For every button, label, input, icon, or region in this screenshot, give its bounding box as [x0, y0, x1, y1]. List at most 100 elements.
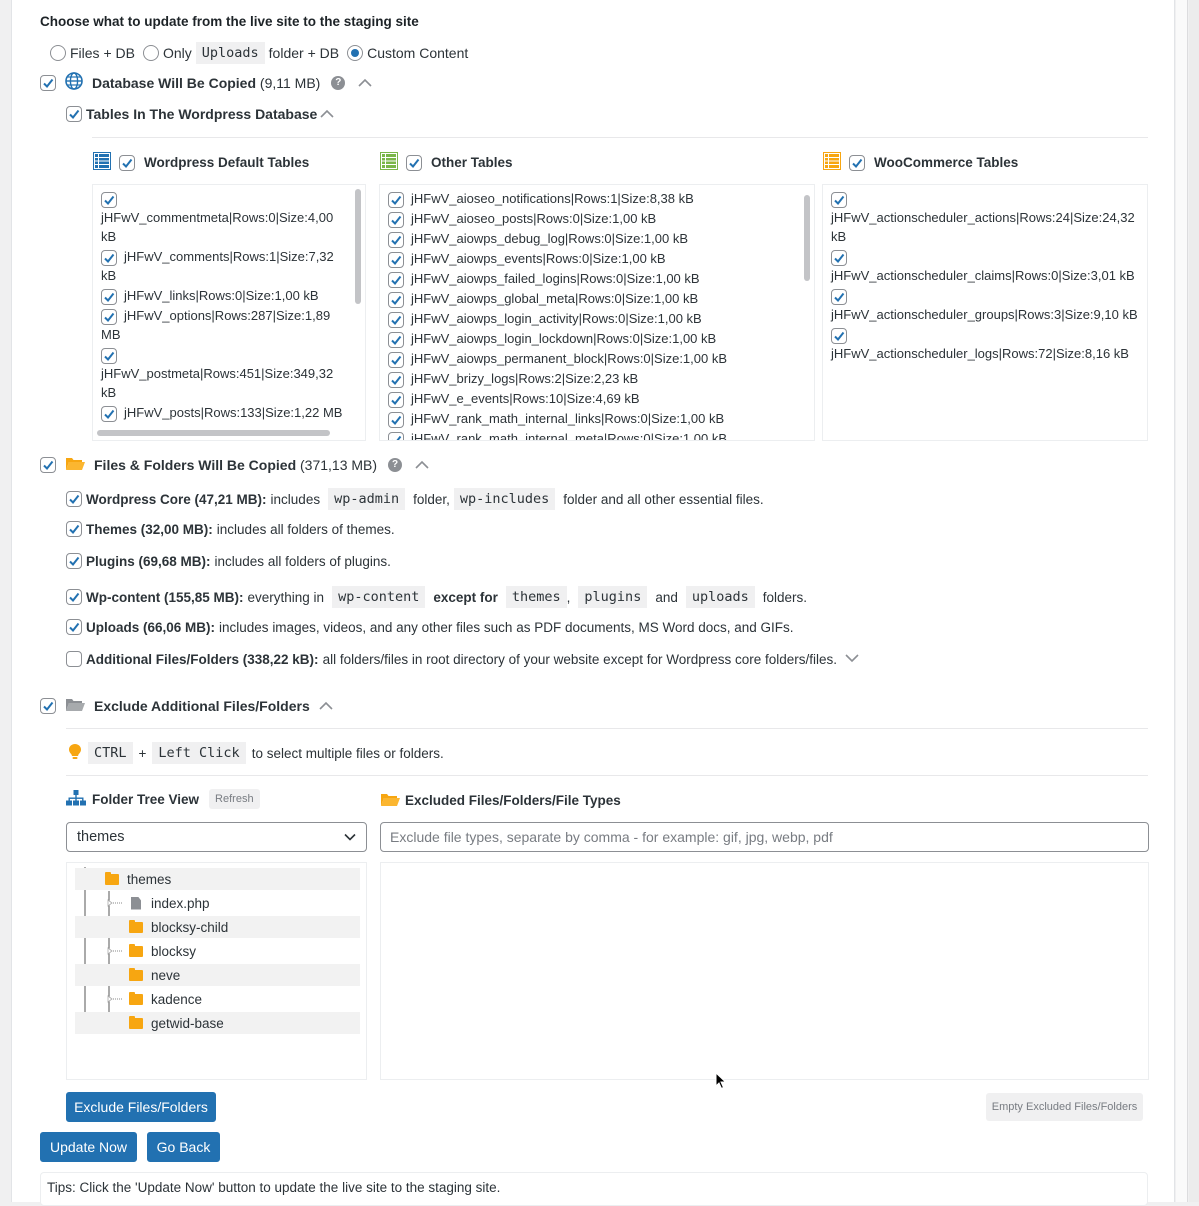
themes-checkbox[interactable] — [66, 521, 82, 537]
files-checkbox[interactable] — [40, 456, 56, 473]
tree-node[interactable]: index.php — [75, 892, 360, 914]
chevron-up-icon[interactable] — [319, 699, 333, 713]
table-checkbox[interactable] — [101, 250, 117, 266]
default-tables-checkbox[interactable] — [119, 154, 135, 171]
excluded-items-list[interactable] — [380, 862, 1149, 1080]
radio-only-uploads[interactable]: Only Uploads folder + DB — [142, 42, 339, 64]
table-item[interactable]: jHFwV_actionscheduler_claims|Rows:0|Size… — [831, 247, 1145, 285]
exclude-files-button[interactable]: Exclude Files/Folders — [66, 1092, 216, 1122]
table-checkbox[interactable] — [831, 192, 847, 208]
radio-button[interactable] — [50, 45, 66, 61]
table-item[interactable]: jHFwV_actionscheduler_logs|Rows:72|Size:… — [831, 325, 1145, 363]
table-checkbox[interactable] — [388, 332, 404, 348]
chevron-up-icon[interactable] — [358, 76, 372, 90]
exclude-file-types-input[interactable] — [380, 822, 1149, 852]
table-item[interactable]: jHFwV_actionscheduler_groups|Rows:3|Size… — [831, 286, 1145, 324]
table-item[interactable]: jHFwV_commentmeta|Rows:0|Size:4,00 kB — [101, 189, 349, 246]
table-item[interactable]: jHFwV_actionscheduler_actions|Rows:24|Si… — [831, 189, 1145, 246]
list-icon — [823, 152, 841, 173]
empty-excluded-button[interactable]: Empty Excluded Files/Folders — [986, 1093, 1143, 1121]
chevron-up-icon[interactable] — [320, 107, 334, 121]
table-label: jHFwV_actionscheduler_claims|Rows:0|Size… — [831, 268, 1135, 283]
radio-files-db[interactable]: Files + DB — [50, 45, 135, 61]
woocommerce-tables-checkbox[interactable] — [849, 154, 865, 171]
exclude-checkbox[interactable] — [40, 697, 56, 714]
radio-button[interactable] — [142, 45, 159, 61]
help-icon[interactable]: ? — [331, 75, 346, 90]
option-wordpress-core: Wordpress Core (47,21 MB): includes wp-a… — [66, 488, 764, 510]
wordpress-core-checkbox[interactable] — [66, 491, 82, 507]
table-checkbox[interactable] — [388, 372, 404, 388]
table-checkbox[interactable] — [388, 232, 404, 248]
other-tables-checkbox[interactable] — [406, 154, 422, 171]
table-item[interactable]: jHFwV_aiowps_debug_log|Rows:0|Size:1,00 … — [388, 229, 798, 248]
table-item[interactable]: jHFwV_aioseo_posts|Rows:0|Size:1,00 kB — [388, 209, 798, 228]
table-item[interactable]: jHFwV_options|Rows:287|Size:1,89 MB — [101, 306, 349, 344]
go-back-button[interactable]: Go Back — [147, 1132, 220, 1162]
radio-button-selected[interactable] — [347, 45, 364, 61]
tables-checkbox[interactable] — [66, 106, 82, 122]
vertical-scrollbar[interactable] — [355, 189, 361, 304]
table-checkbox[interactable] — [388, 192, 404, 208]
uploads-checkbox[interactable] — [66, 619, 82, 635]
table-checkbox[interactable] — [388, 432, 404, 440]
database-checkbox[interactable] — [40, 74, 56, 91]
table-checkbox[interactable] — [831, 250, 847, 266]
radio-custom-content[interactable]: Custom Content — [347, 45, 468, 61]
table-item[interactable]: jHFwV_links|Rows:0|Size:1,00 kB — [101, 286, 349, 305]
woocommerce-tables-list[interactable]: jHFwV_actionscheduler_actions|Rows:24|Si… — [822, 184, 1148, 441]
table-item[interactable]: jHFwV_rank_math_internal_meta|Rows:0|Siz… — [388, 429, 798, 440]
additional-files-checkbox[interactable] — [66, 651, 82, 667]
table-item[interactable]: jHFwV_postmeta|Rows:451|Size:349,32 kB — [101, 345, 349, 402]
table-checkbox[interactable] — [101, 309, 117, 325]
table-checkbox[interactable] — [101, 192, 117, 208]
table-item[interactable]: jHFwV_posts|Rows:133|Size:1,22 MB — [101, 403, 349, 422]
tree-node[interactable]: blocksy-child — [75, 916, 360, 938]
tree-node[interactable]: getwid-base — [75, 1012, 360, 1034]
table-checkbox[interactable] — [388, 312, 404, 328]
table-item[interactable]: jHFwV_rank_math_internal_links|Rows:0|Si… — [388, 409, 798, 428]
table-item[interactable]: jHFwV_e_events|Rows:10|Size:4,69 kB — [388, 389, 798, 408]
sitemap-icon — [66, 789, 86, 809]
table-checkbox[interactable] — [388, 352, 404, 368]
table-item[interactable]: jHFwV_aiowps_login_activity|Rows:0|Size:… — [388, 309, 798, 328]
update-now-button[interactable]: Update Now — [40, 1132, 137, 1162]
tree-node[interactable]: kadence — [75, 988, 360, 1010]
chevron-down-icon[interactable] — [845, 652, 859, 666]
table-label: jHFwV_options|Rows:287|Size:1,89 MB — [101, 308, 331, 342]
folder-tree[interactable]: themes index.php blocksy-child blocksy neve… — [66, 862, 367, 1080]
help-icon[interactable]: ? — [388, 457, 403, 472]
table-item[interactable]: jHFwV_aiowps_login_lockdown|Rows:0|Size:… — [388, 329, 798, 348]
table-item[interactable]: jHFwV_brizy_logs|Rows:2|Size:2,23 kB — [388, 369, 798, 388]
table-item[interactable]: jHFwV_comments|Rows:1|Size:7,32 kB — [101, 247, 349, 285]
folder-select[interactable]: themes — [66, 822, 367, 852]
table-checkbox[interactable] — [831, 289, 847, 305]
table-checkbox[interactable] — [388, 392, 404, 408]
horizontal-scrollbar[interactable] — [97, 430, 330, 436]
table-checkbox[interactable] — [388, 292, 404, 308]
table-item[interactable]: jHFwV_aioseo_notifications|Rows:1|Size:8… — [388, 189, 798, 208]
table-checkbox[interactable] — [388, 212, 404, 228]
tree-node-root[interactable]: themes — [75, 868, 360, 890]
table-checkbox[interactable] — [101, 289, 117, 305]
other-tables-list[interactable]: jHFwV_aioseo_notifications|Rows:1|Size:8… — [379, 184, 815, 441]
table-checkbox[interactable] — [101, 406, 117, 422]
table-item[interactable]: jHFwV_aiowps_global_meta|Rows:0|Size:1,0… — [388, 289, 798, 308]
default-tables-list[interactable]: jHFwV_commentmeta|Rows:0|Size:4,00 kB jHF… — [92, 184, 366, 441]
wp-content-checkbox[interactable] — [66, 589, 82, 605]
tree-node[interactable]: neve — [75, 964, 360, 986]
table-item[interactable]: jHFwV_aiowps_failed_logins|Rows:0|Size:1… — [388, 269, 798, 288]
table-item[interactable]: jHFwV_aiowps_permanent_block|Rows:0|Size… — [388, 349, 798, 368]
table-checkbox[interactable] — [388, 252, 404, 268]
plugins-checkbox[interactable] — [66, 553, 82, 569]
table-item[interactable]: jHFwV_aiowps_events|Rows:0|Size:1,00 kB — [388, 249, 798, 268]
refresh-button[interactable]: Refresh — [209, 789, 260, 809]
tree-node[interactable]: blocksy — [75, 940, 360, 962]
table-checkbox[interactable] — [831, 328, 847, 344]
page-scrollbar[interactable] — [1189, 0, 1199, 1202]
table-checkbox[interactable] — [101, 348, 117, 364]
table-checkbox[interactable] — [388, 272, 404, 288]
chevron-up-icon[interactable] — [415, 458, 429, 472]
vertical-scrollbar[interactable] — [804, 195, 810, 281]
table-checkbox[interactable] — [388, 412, 404, 428]
